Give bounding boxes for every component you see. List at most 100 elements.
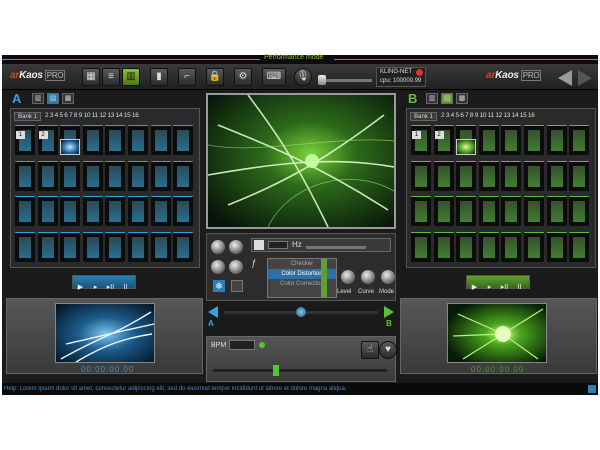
- deck-a-clip-slot[interactable]: [105, 231, 126, 262]
- deck-b-step-button[interactable]: ▸: [482, 282, 497, 294]
- deck-a-clip-slot[interactable]: [15, 231, 35, 262]
- deck-a-clip-slot[interactable]: [173, 125, 194, 155]
- deck-b-clip-slot[interactable]: [433, 160, 454, 191]
- deck-b-clip-slot[interactable]: [478, 125, 499, 155]
- deck-b-clip-slot[interactable]: [501, 231, 522, 262]
- deck-b-clip-slot[interactable]: [546, 160, 567, 191]
- deck-b-clip-slot[interactable]: [524, 231, 544, 262]
- deck-b-clip-slot[interactable]: [411, 231, 431, 262]
- deck-b-clip-slot[interactable]: [569, 231, 590, 262]
- deck-a-clip-slot[interactable]: [150, 231, 171, 262]
- deck-a-clip-slot[interactable]: [37, 231, 58, 262]
- deck-b-clip-slot[interactable]: [501, 160, 522, 191]
- deck-a-step-button[interactable]: ▸: [88, 282, 103, 294]
- deck-a-clip-slot[interactable]: [128, 231, 148, 262]
- deck-a-clip-slot[interactable]: [37, 196, 58, 226]
- deck-a-clip-slot[interactable]: [82, 160, 103, 191]
- deck-a-clip-slot[interactable]: [15, 125, 35, 155]
- deck-b-clip-slot[interactable]: [456, 160, 477, 191]
- effect-knob-4[interactable]: [229, 260, 243, 274]
- deck-a-pause-button[interactable]: II: [118, 282, 133, 294]
- deck-b-grid-view-icon[interactable]: ▥: [426, 93, 438, 104]
- deck-a-clip-slot[interactable]: [128, 160, 148, 191]
- mode-knob[interactable]: [381, 270, 395, 284]
- previous-arrow-icon[interactable]: [558, 70, 572, 86]
- pencil-icon[interactable]: [254, 240, 264, 250]
- lock-icon[interactable]: 🔒: [206, 68, 224, 86]
- deck-a-clip-slot[interactable]: [37, 125, 58, 155]
- levels-button[interactable]: ≡: [102, 68, 120, 86]
- curve-knob[interactable]: [361, 270, 375, 284]
- deck-a-clip-slot[interactable]: [60, 160, 81, 191]
- settings-icon[interactable]: ⚙: [234, 68, 252, 86]
- deck-a-thumb-view-icon[interactable]: ▨: [47, 93, 59, 104]
- deck-b-clip-slot[interactable]: [478, 231, 499, 262]
- deck-b-clip-slot[interactable]: [411, 160, 431, 191]
- keyboard-icon[interactable]: ⌨: [262, 68, 286, 86]
- status-bar-icon[interactable]: [588, 385, 596, 393]
- audio-gain-knob[interactable]: [318, 75, 326, 85]
- deck-b-clip-slot[interactable]: [501, 196, 522, 226]
- deck-a-clip-slot[interactable]: [82, 196, 103, 226]
- deck-b-clip-slot[interactable]: [569, 196, 590, 226]
- deck-b-clip-slot[interactable]: [433, 196, 454, 226]
- effect-knob-2[interactable]: [229, 240, 243, 254]
- fullscreen-button[interactable]: ▮: [150, 68, 168, 86]
- bpm-slider-knob[interactable]: [273, 365, 279, 376]
- audio-gain-slider[interactable]: [318, 79, 372, 82]
- deck-b-clip-slot[interactable]: [433, 231, 454, 262]
- deck-b-thumb-view-icon[interactable]: ▨: [441, 93, 453, 104]
- deck-a-clip-slot[interactable]: [60, 196, 81, 226]
- next-arrow-icon[interactable]: [578, 70, 592, 86]
- deck-b-play-button[interactable]: ▶: [467, 282, 482, 294]
- deck-b-clip-slot[interactable]: [524, 125, 544, 155]
- deck-b-bank-numbers[interactable]: 2 3 4 5 6 7 8 9 10 11 12 13 14 15 16: [441, 112, 535, 119]
- deck-a-clip-slot[interactable]: [15, 196, 35, 226]
- effect-toggle[interactable]: [231, 280, 243, 292]
- deck-a-clip-slot[interactable]: [82, 125, 103, 155]
- crossfader-knob[interactable]: [296, 307, 306, 317]
- kling-net-status[interactable]: KLING-NET cpu: 100000.99: [376, 67, 426, 87]
- deck-a-clip-slot[interactable]: [128, 196, 148, 226]
- deck-a-clip-slot[interactable]: [173, 231, 194, 262]
- tap-tempo-button[interactable]: ☝: [361, 341, 379, 359]
- deck-b-clip-slot[interactable]: [546, 125, 567, 155]
- deck-a-clip-slot[interactable]: [150, 160, 171, 191]
- deck-a-grid-view-icon[interactable]: ▥: [32, 93, 44, 104]
- deck-a-clip-slot[interactable]: [60, 231, 81, 262]
- deck-a-clip-slot[interactable]: [150, 125, 171, 155]
- bpm-value-field[interactable]: [229, 340, 255, 350]
- deck-a-clip-slot[interactable]: [105, 125, 126, 155]
- deck-b-clip-slot[interactable]: [546, 196, 567, 226]
- deck-b-pause-button[interactable]: II: [512, 282, 527, 294]
- deck-a-play-button[interactable]: ▶: [73, 282, 88, 294]
- filter-list-scrollbar[interactable]: [321, 259, 327, 297]
- deck-a-clip-slot[interactable]: [173, 160, 194, 191]
- deck-b-clip-slot[interactable]: [433, 125, 454, 155]
- hz-slider[interactable]: [306, 246, 366, 249]
- deck-a-clip-slot[interactable]: [173, 196, 194, 226]
- mixer-button[interactable]: ▥: [122, 68, 140, 86]
- level-knob[interactable]: [341, 270, 355, 284]
- deck-b-loaded-clip-thumbnail[interactable]: [456, 139, 477, 155]
- deck-a-loaded-clip-thumbnail[interactable]: [60, 139, 81, 155]
- deck-b-clip-slot[interactable]: [456, 196, 477, 226]
- deck-b-clip-slot[interactable]: [569, 125, 590, 155]
- deck-a-clip-slot[interactable]: [105, 160, 126, 191]
- deck-b-clip-slot[interactable]: [478, 196, 499, 226]
- deck-a-playpause-button[interactable]: ▸II: [103, 282, 118, 294]
- effect-knob-3[interactable]: [211, 260, 225, 274]
- deck-b-clip-slot[interactable]: [456, 231, 477, 262]
- deck-a-bank-numbers[interactable]: 2 3 4 5 6 7 8 9 10 11 12 13 14 15 16: [45, 112, 139, 119]
- deck-b-clip-slot[interactable]: [411, 196, 431, 226]
- deck-a-clip-slot[interactable]: [15, 160, 35, 191]
- snowflake-icon[interactable]: ❄: [213, 280, 225, 292]
- deck-b-clip-slot[interactable]: [569, 160, 590, 191]
- deck-b-clip-slot[interactable]: [524, 160, 544, 191]
- deck-b-clip-slot[interactable]: [411, 125, 431, 155]
- deck-b-clip-slot[interactable]: [524, 196, 544, 226]
- deck-b-clip-slot[interactable]: [478, 160, 499, 191]
- deck-a-clip-slot[interactable]: [82, 231, 103, 262]
- deck-a-clip-slot[interactable]: [105, 196, 126, 226]
- heart-icon[interactable]: ♥: [379, 341, 397, 359]
